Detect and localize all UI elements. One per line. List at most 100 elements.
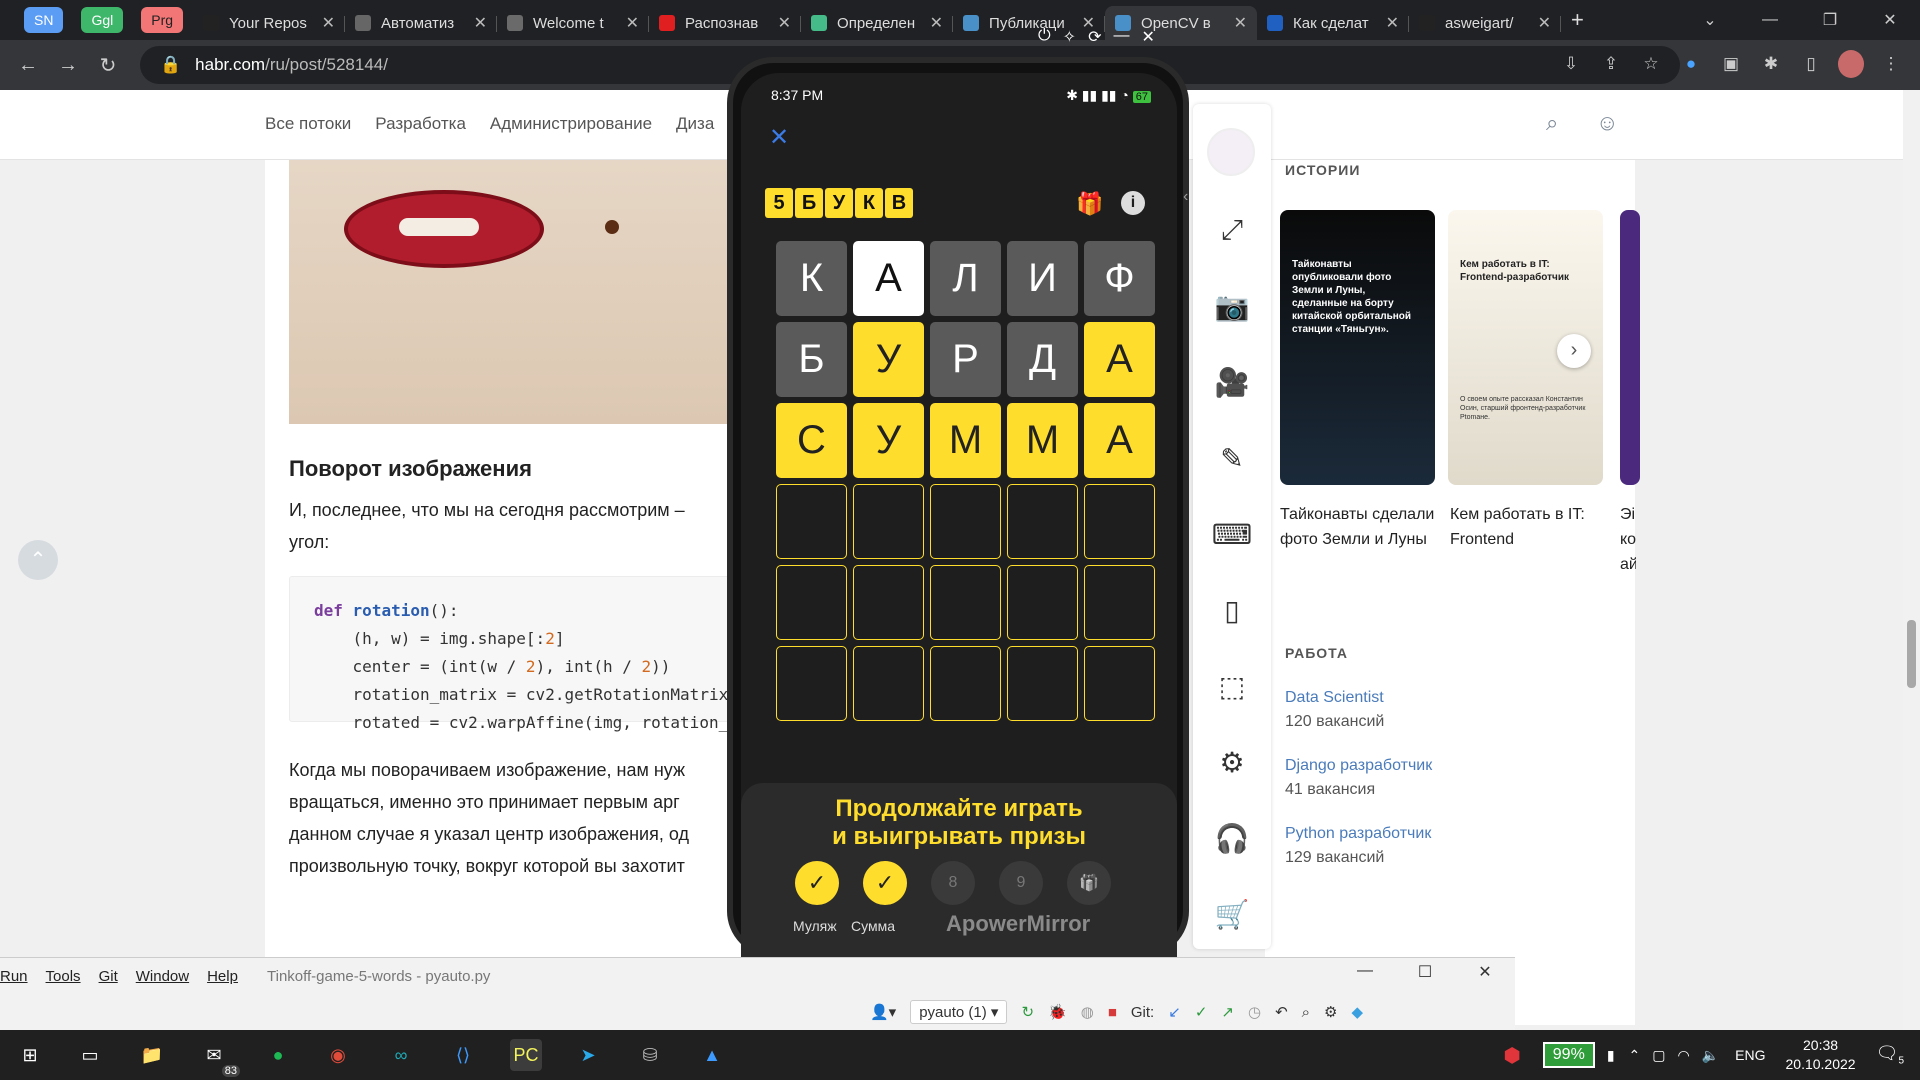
install-icon[interactable]: ⇩ [1558,50,1584,78]
new-tab-button[interactable]: + [1571,3,1584,37]
tab-item[interactable]: Определен ✕ [801,6,954,40]
stop-icon[interactable]: ■ [1108,1004,1117,1021]
close-tab-icon[interactable]: ✕ [930,13,943,33]
monitor-icon[interactable]: ▢ [1652,1047,1665,1064]
bookmark-sn[interactable]: SN [24,7,64,33]
rotate-icon[interactable]: ⟳ [1088,27,1101,47]
history-icon[interactable]: ◷ [1248,1003,1261,1021]
coverage-icon[interactable]: ◍ [1081,1003,1094,1021]
job-title[interactable]: Django разработчик [1285,757,1432,775]
debug-icon[interactable]: 🐞 [1048,1003,1067,1021]
git-update-icon[interactable]: ↙ [1168,1003,1181,1021]
story-card[interactable] [1620,210,1640,485]
cart-icon[interactable]: 🛒 [1212,894,1252,934]
job-title[interactable]: Python разработчик [1285,825,1431,843]
pin-icon[interactable]: ✧ [1063,27,1076,47]
pycharm-icon[interactable]: PC [510,1039,542,1071]
close-tab-icon[interactable]: ✕ [1538,13,1551,33]
menu-item[interactable]: Tools [46,968,81,985]
close-mirror-button[interactable]: ✕ [1141,27,1154,47]
tab-item[interactable]: Your Repos ✕ [193,6,346,40]
user-icon[interactable]: ☺ [1596,110,1626,140]
job-title[interactable]: Data Scientist [1285,689,1384,707]
restore-button[interactable]: ❐ [1800,10,1860,30]
tab-item[interactable]: asweigart/ ✕ [1409,6,1562,40]
vscode-icon[interactable]: ⟨⟩ [447,1039,479,1071]
plugin-icon[interactable]: ◆ [1352,1003,1364,1021]
extension-blue-icon[interactable]: ● [1678,50,1704,78]
mail-icon[interactable]: ✉ 83 [198,1039,240,1077]
rerun-icon[interactable]: ↻ [1021,1003,1034,1021]
info-icon[interactable]: i [1121,191,1145,215]
screenshot-icon[interactable]: 📷 [1212,286,1252,326]
record-icon[interactable]: 🎥 [1212,362,1252,402]
apowermirror-icon[interactable]: ▲ [696,1039,728,1071]
share-icon[interactable]: ⇪ [1598,50,1624,78]
nav-design[interactable]: Диза [676,114,714,134]
rollback-icon[interactable]: ↶ [1275,1003,1288,1021]
back-button[interactable]: ← [8,54,48,77]
tab-item[interactable]: Как сделат ✕ [1257,6,1410,40]
maximize-button[interactable]: ☐ [1395,962,1455,982]
menu-item[interactable]: Window [136,968,189,985]
volume-icon[interactable]: 🔈 [1702,1047,1719,1064]
battery-indicator[interactable]: 99% [1542,1042,1595,1068]
wifi-icon[interactable]: ◠ [1678,1047,1690,1064]
task-view-icon[interactable]: ▭ [74,1039,106,1071]
page-scrollbar[interactable] [1903,90,1920,1030]
tab-item[interactable]: Welcome t ✕ [497,6,650,40]
spotify-icon[interactable]: ● [262,1039,294,1071]
database-icon[interactable]: ⛁ [634,1039,666,1071]
red-app-icon[interactable]: ⬢ [1503,1043,1520,1068]
windows-start-icon[interactable]: ⊞ [14,1039,46,1071]
close-tab-icon[interactable]: ✕ [322,13,335,33]
close-tab-icon[interactable]: ✕ [626,13,639,33]
puzzle-icon[interactable]: ✱ [1758,50,1784,78]
bookmark-star-icon[interactable]: ☆ [1638,50,1664,78]
job-item[interactable]: Data Scientist 120 вакансий [1285,689,1384,731]
menu-item[interactable]: Run [0,968,28,985]
chevron-right-icon[interactable]: › [1557,334,1591,368]
reload-button[interactable]: ↻ [88,53,128,78]
menu-item[interactable]: Help [207,968,238,985]
notifications-icon[interactable]: 🗨5 [1876,1043,1904,1067]
extension-gray-icon[interactable]: ▣ [1718,50,1744,78]
select-area-icon[interactable]: ⬚ [1212,666,1252,706]
story-caption[interactable]: Кем работать в IT: Frontend [1450,502,1610,552]
forward-button[interactable]: → [48,54,88,77]
nav-admin[interactable]: Администрирование [490,114,652,134]
tab-item[interactable]: Автоматиз ✕ [345,6,498,40]
user-icon[interactable]: 👤▾ [870,1003,896,1021]
chevron-up-icon[interactable]: ⌃ [1629,1047,1641,1064]
git-commit-icon[interactable]: ✓ [1195,1003,1208,1021]
bookmark-ggl[interactable]: Ggl [81,7,124,33]
menu-item[interactable]: Git [99,968,118,985]
close-tab-icon[interactable]: ✕ [778,13,791,33]
headset-icon[interactable]: 🎧 [1212,818,1252,858]
telegram-icon[interactable]: ➤ [572,1039,604,1071]
search-icon[interactable]: ⌕ [1302,1004,1310,1021]
tab-item[interactable]: Распознав ✕ [649,6,802,40]
arduino-icon[interactable]: ∞ [385,1039,417,1071]
story-caption[interactable]: Тайконавты сделали фото Земли и Луны [1280,502,1440,552]
run-config-select[interactable]: pyauto (1) ▾ [910,1000,1008,1024]
bookmark-prg[interactable]: Prg [141,7,184,33]
keyboard-icon[interactable]: ⌨ [1212,514,1252,554]
clock[interactable]: 20:38 20.10.2022 [1786,1036,1856,1074]
phone-screen-icon[interactable]: ▯ [1212,590,1252,630]
close-icon[interactable]: ✕ [769,123,789,152]
close-tab-icon[interactable]: ✕ [1386,13,1399,33]
gear-icon[interactable]: ⚙ [1212,742,1252,782]
language-indicator[interactable]: ENG [1735,1047,1765,1063]
fullscreen-icon[interactable]: ⤢ [1212,210,1252,250]
job-item[interactable]: Python разработчик 129 вакансий [1285,825,1431,867]
story-caption[interactable]: Эі ко ай [1620,502,1636,577]
job-item[interactable]: Django разработчик 41 вакансия [1285,757,1432,799]
chevron-down-icon[interactable]: ⌄ [1680,10,1740,30]
chrome-icon[interactable]: ◉ [322,1039,354,1071]
minimize-button[interactable]: — [1335,962,1395,982]
scroll-top-button[interactable]: ⌃ [18,540,58,580]
nav-development[interactable]: Разработка [375,114,466,134]
profile-avatar[interactable] [1838,50,1864,78]
brush-icon[interactable]: ✎ [1212,438,1252,478]
